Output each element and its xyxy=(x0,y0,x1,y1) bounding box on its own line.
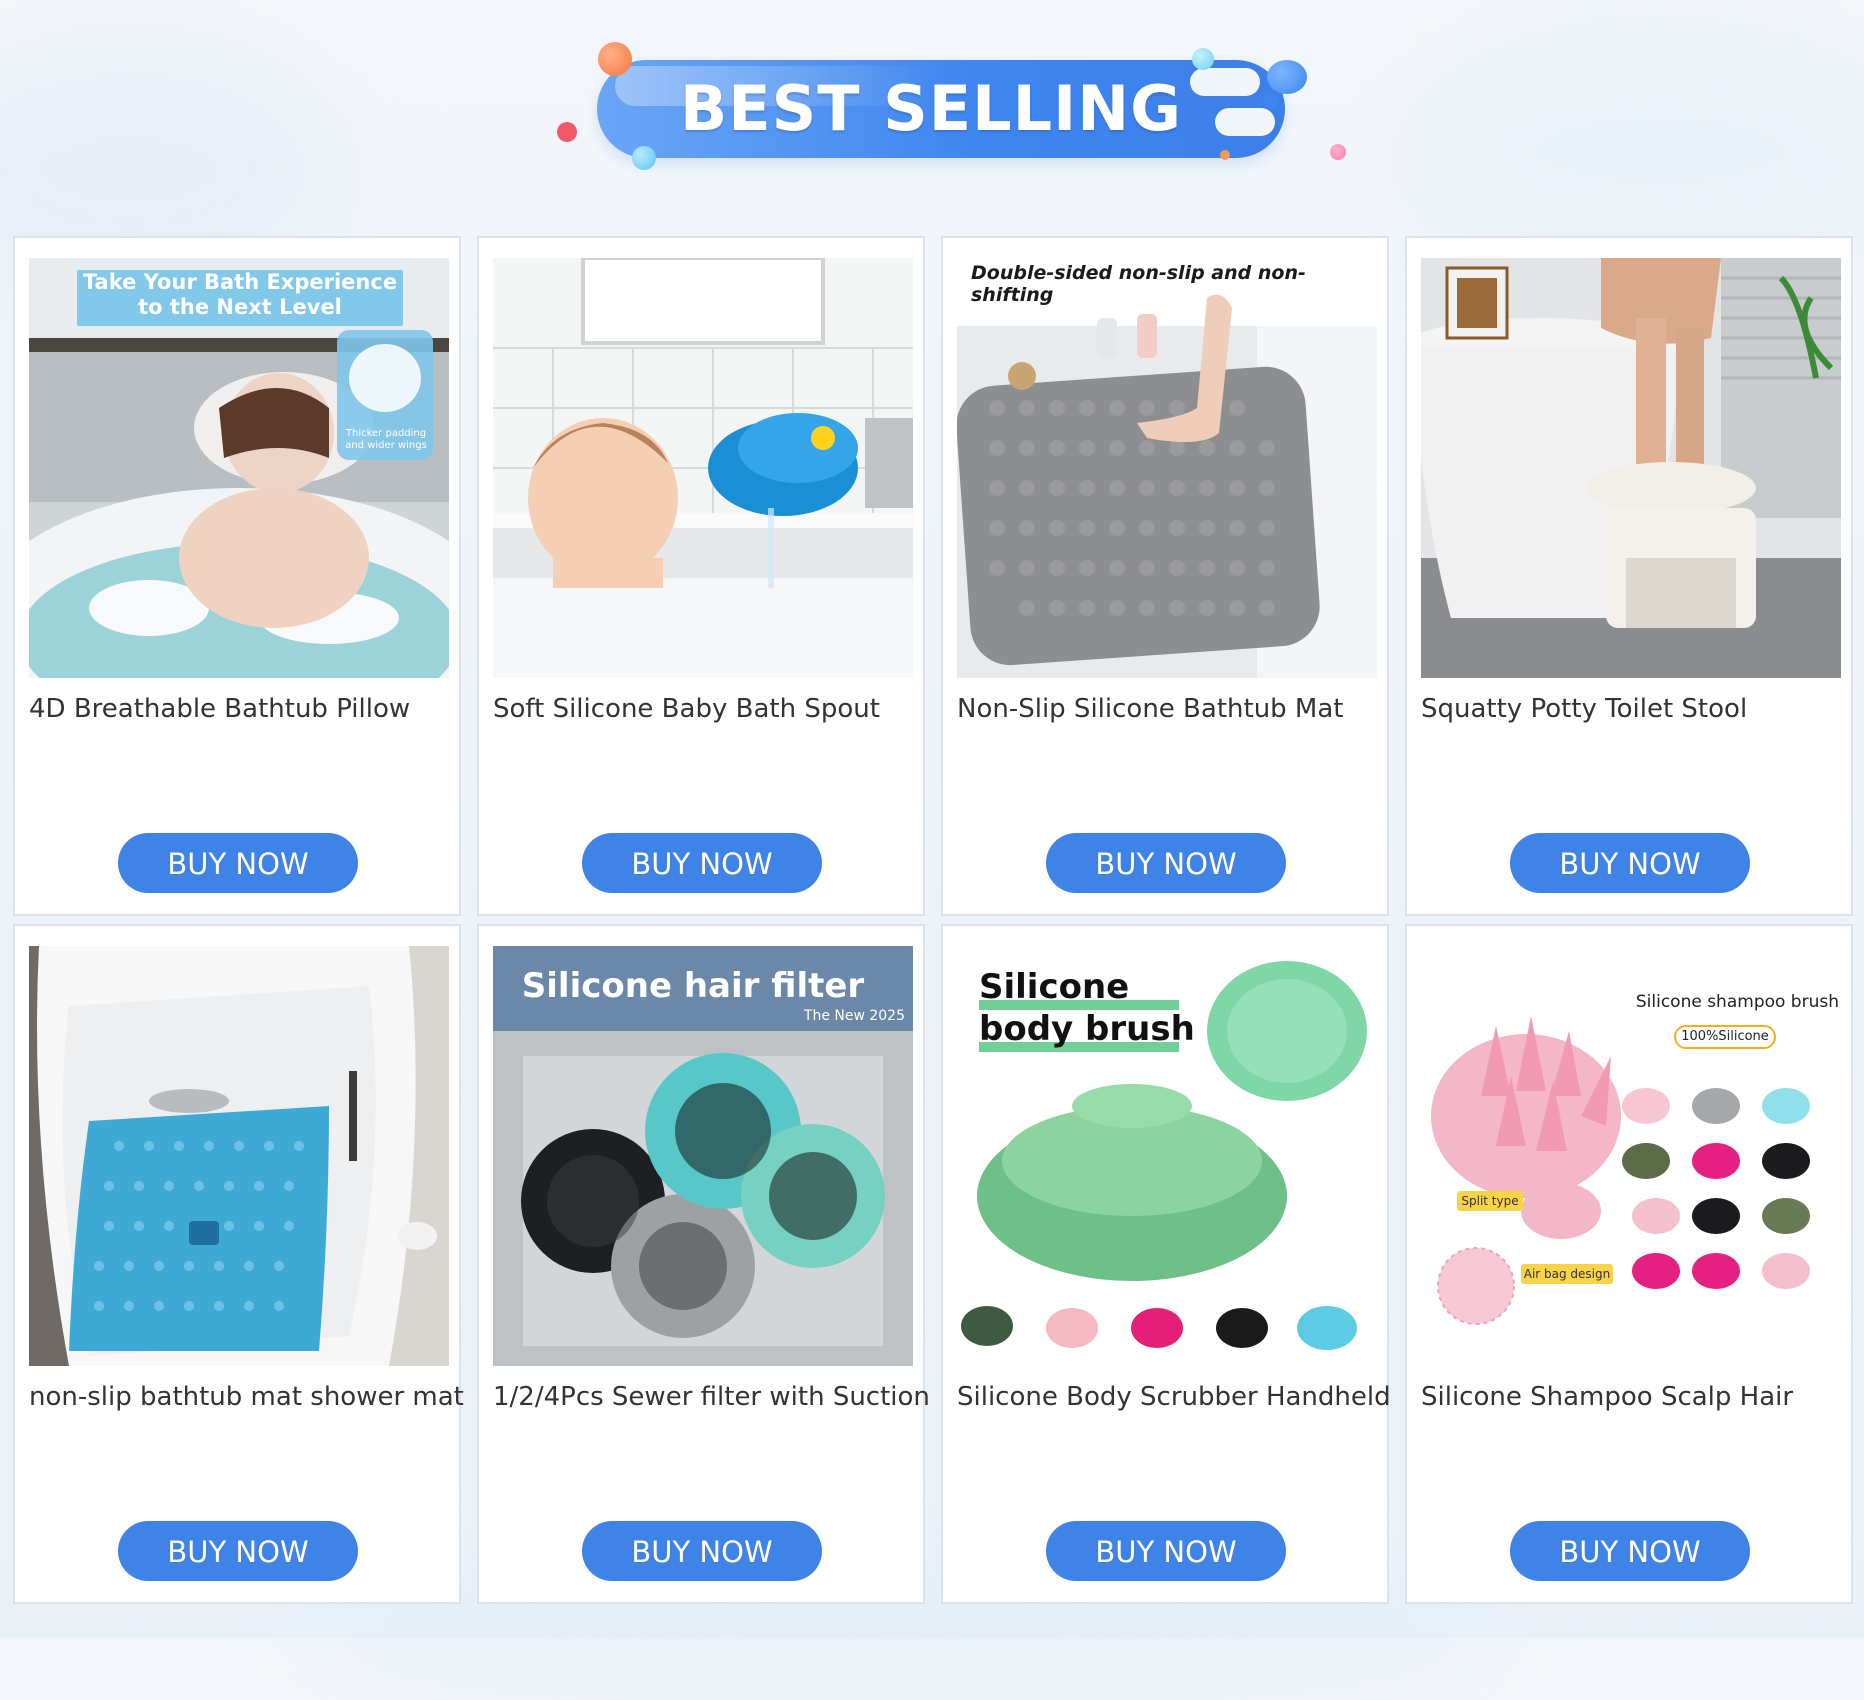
product-title[interactable]: non-slip bathtub mat shower mat xyxy=(29,1382,464,1412)
best-selling-banner: BEST SELLING xyxy=(0,0,1864,220)
image-caption: Silicone hair filter xyxy=(521,966,865,1006)
product-title[interactable]: Squatty Potty Toilet Stool xyxy=(1421,694,1851,724)
buy-now-button[interactable]: BUY NOW xyxy=(118,833,358,893)
product-image-hair-filter[interactable]: Silicone hair filter The New 2025 xyxy=(493,946,913,1366)
image-badge: 100%Silicone xyxy=(1681,1029,1769,1044)
image-label: Air bag design xyxy=(1523,1267,1611,1281)
decorative-dot xyxy=(1330,144,1346,160)
image-caption: Silicone body brush xyxy=(979,966,1199,1050)
image-caption-line: Silicone xyxy=(979,967,1130,1007)
banner-title: BEST SELLING xyxy=(679,72,1182,145)
decorative-dot xyxy=(1192,48,1214,70)
image-badge-line: Thicker padding xyxy=(345,428,427,439)
product-card[interactable]: Take Your Bath Experience to the Next Le… xyxy=(13,236,461,916)
product-image-shampoo-brush[interactable]: Silicone shampoo brush 100%Silicone Spli… xyxy=(1421,946,1841,1366)
decorative-dot xyxy=(1267,60,1307,94)
product-title[interactable]: Soft Silicone Baby Bath Spout xyxy=(493,694,923,724)
image-label: Split type xyxy=(1461,1194,1519,1208)
product-title[interactable]: Silicone Body Scrubber Handheld xyxy=(957,1382,1391,1412)
product-title[interactable]: 1/2/4Pcs Sewer filter with Suction xyxy=(493,1382,930,1412)
product-card[interactable]: Silicone hair filter The New 2025 1/2/4P… xyxy=(477,924,930,1604)
image-caption-line: Take Your Bath Experience xyxy=(82,270,398,294)
buy-now-button[interactable]: BUY NOW xyxy=(118,1521,358,1581)
image-caption: Double-sided non-slip and non-shifting xyxy=(971,262,1306,306)
image-caption: Silicone shampoo brush xyxy=(1635,992,1839,1012)
buy-now-button[interactable]: BUY NOW xyxy=(1510,833,1750,893)
decorative-dot xyxy=(632,146,656,170)
buy-now-button[interactable]: BUY NOW xyxy=(1046,833,1286,893)
buy-now-button[interactable]: BUY NOW xyxy=(1046,1521,1286,1581)
product-title[interactable]: 4D Breathable Bathtub Pillow xyxy=(29,694,459,724)
decorative-dot xyxy=(557,122,577,142)
product-card[interactable]: Silicone body brush Silicone Body Scrubb… xyxy=(941,924,1391,1604)
product-card[interactable]: Silicone shampoo brush 100%Silicone Spli… xyxy=(1405,924,1853,1604)
buy-now-button[interactable]: BUY NOW xyxy=(582,833,822,893)
image-caption: Take Your Bath Experience to the Next Le… xyxy=(77,270,403,320)
decorative-dot xyxy=(1220,150,1230,160)
image-subcaption: The New 2025 xyxy=(803,1008,905,1024)
product-title[interactable]: Non-Slip Silicone Bathtub Mat xyxy=(957,694,1387,724)
image-badge: Thicker padding and wider wings xyxy=(341,428,431,452)
image-caption-line: body brush xyxy=(979,1009,1195,1049)
product-image-body-brush[interactable]: Silicone body brush xyxy=(957,946,1377,1366)
product-card[interactable]: Soft Silicone Baby Bath Spout BUY NOW xyxy=(477,236,925,916)
image-badge-line: and wider wings xyxy=(345,440,427,451)
product-card[interactable]: Squatty Potty Toilet Stool BUY NOW xyxy=(1405,236,1853,916)
image-caption-line: to the Next Level xyxy=(138,295,342,319)
product-image-toilet-stool[interactable] xyxy=(1421,258,1841,678)
decorative-dot xyxy=(1264,94,1278,108)
product-card[interactable]: non-slip bathtub mat shower mat BUY NOW xyxy=(13,924,464,1604)
buy-now-button[interactable]: BUY NOW xyxy=(582,1521,822,1581)
product-card[interactable]: Double-sided non-slip and non-shifting N… xyxy=(941,236,1389,916)
decorative-dot xyxy=(598,42,632,76)
product-title[interactable]: Silicone Shampoo Scalp Hair xyxy=(1421,1382,1851,1412)
product-image-shower-mat[interactable] xyxy=(29,946,449,1366)
product-image-bathtub-pillow[interactable]: Take Your Bath Experience to the Next Le… xyxy=(29,258,449,678)
product-image-bathtub-mat[interactable]: Double-sided non-slip and non-shifting xyxy=(957,258,1377,678)
product-image-baby-bath-spout[interactable] xyxy=(493,258,913,678)
buy-now-button[interactable]: BUY NOW xyxy=(1510,1521,1750,1581)
